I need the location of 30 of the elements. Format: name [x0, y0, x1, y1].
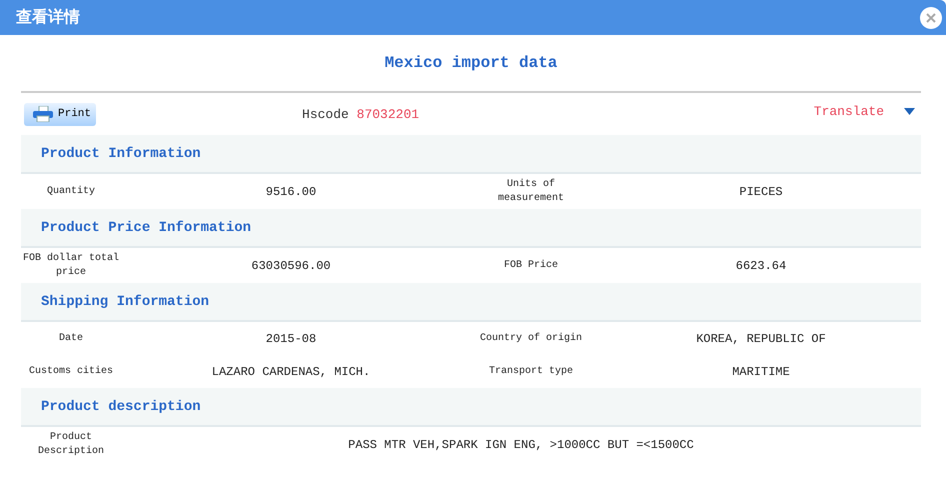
field-value: 6623.64 — [736, 258, 786, 272]
field-label: FOB Price — [504, 258, 558, 272]
section-title: Product Price Information — [41, 220, 252, 236]
field-value: PASS MTR VEH,SPARK IGN ENG, >1000CC BUT =<1500CC — [348, 438, 694, 452]
translate-link[interactable]: Translate — [814, 104, 884, 118]
field-value: PIECES — [739, 184, 783, 198]
caret-icon[interactable] — [904, 108, 915, 114]
field-value: MARITIME — [732, 364, 790, 378]
printer-icon — [32, 106, 54, 122]
field-label: FOB dollar total price — [22, 252, 120, 280]
section-title: Product Information — [41, 146, 201, 162]
field-label: Quantity — [46, 184, 95, 198]
window-title: 查看详情 — [16, 7, 80, 28]
field-label: Date — [58, 332, 83, 346]
field-value: KOREA, REPUBLIC OF — [696, 332, 826, 346]
field-label: Units of measurement — [496, 178, 565, 206]
section-title: Shipping Information — [41, 294, 210, 310]
print-button[interactable]: Print — [24, 102, 96, 126]
section-title: Product description — [41, 398, 201, 414]
field-value: LAZARO CARDENAS, MICH. — [212, 364, 370, 378]
page-heading: Mexico import data — [384, 54, 558, 72]
field-label: Customs cities — [28, 364, 113, 378]
hscode-text: Hscode 87032201 — [302, 106, 420, 122]
field-value: 63030596.00 — [251, 258, 331, 272]
field-label: Product Description — [36, 430, 105, 458]
field-value: 9516.00 — [266, 184, 316, 198]
field-label: Transport type — [488, 364, 573, 378]
close-icon[interactable] — [920, 6, 942, 28]
field-value: 2015-08 — [266, 332, 316, 346]
field-label: Country of origin — [480, 332, 582, 346]
